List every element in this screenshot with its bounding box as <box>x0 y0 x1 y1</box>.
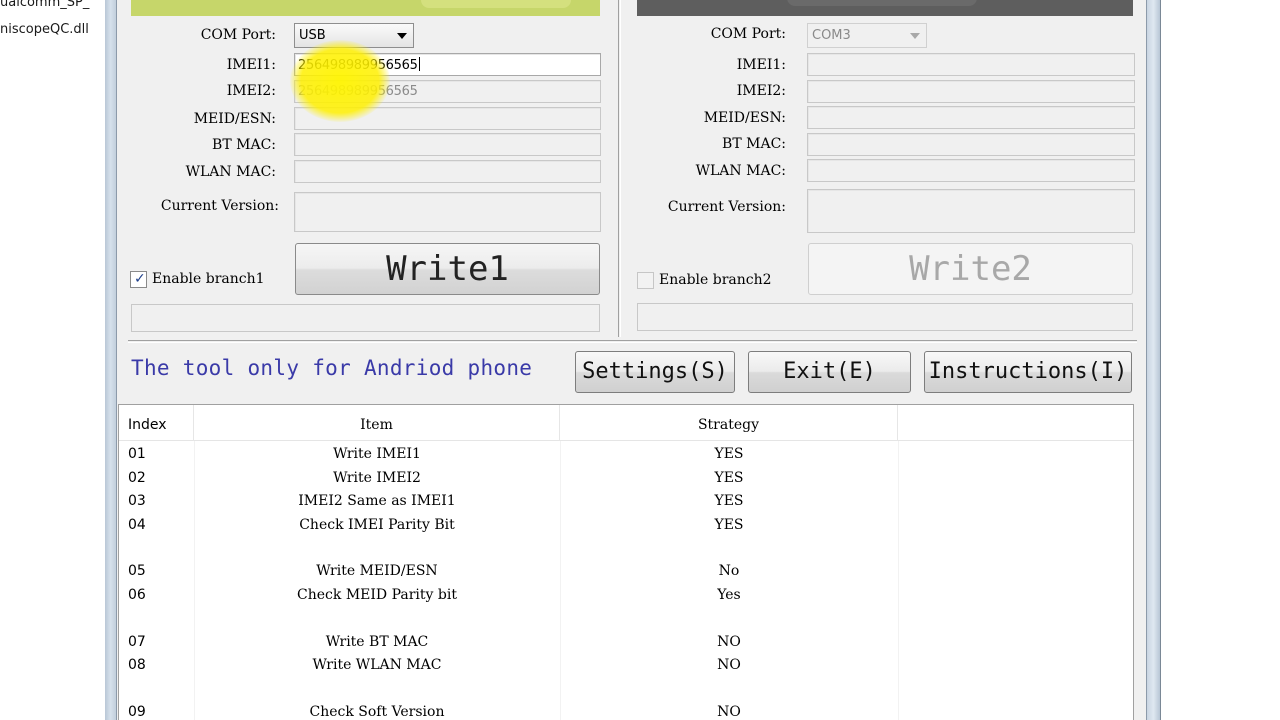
imei2-field-2[interactable] <box>807 80 1135 103</box>
current-version-field-1 <box>294 192 601 232</box>
window-frame-left <box>105 0 117 720</box>
table-row[interactable]: 07 Write BT MAC NO <box>119 631 1133 654</box>
table-row[interactable]: 04 Check IMEI Parity Bit YES <box>119 514 1133 537</box>
enable-branch2-label: Enable branch2 <box>659 272 772 288</box>
table-row[interactable]: 05 Write MEID/ESN No <box>119 560 1133 583</box>
table-header: Index Item Strategy <box>119 405 1133 441</box>
row-strategy: YES <box>714 470 744 486</box>
row-item: Write WLAN MAC <box>312 657 442 673</box>
row-index: 01 <box>128 446 146 462</box>
imei2-label: IMEI2: <box>226 83 276 99</box>
exit-button[interactable]: Exit(E) <box>748 351 911 393</box>
text-caret <box>418 57 420 71</box>
branch-divider <box>618 0 621 337</box>
branch2-progress-bar <box>637 303 1133 331</box>
com-port-label: COM Port: <box>710 26 786 42</box>
wlan-mac-field-2[interactable] <box>807 159 1135 182</box>
instructions-button[interactable]: Instructions(I) <box>924 351 1132 393</box>
row-index: 08 <box>128 657 146 673</box>
table-row[interactable]: 09 Check Soft Version NO <box>119 701 1133 720</box>
column-header-index[interactable]: Index <box>119 405 194 441</box>
row-item: Write MEID/ESN <box>316 563 438 579</box>
column-header-item[interactable]: Item <box>194 405 560 441</box>
table-row[interactable]: 06 Check MEID Parity bit Yes <box>119 584 1133 607</box>
row-strategy: YES <box>714 517 744 533</box>
table-row[interactable]: 03 IMEI2 Same as IMEI1 YES <box>119 490 1133 513</box>
row-item: Write IMEI2 <box>333 470 421 486</box>
imei1-field-2[interactable] <box>807 53 1135 76</box>
current-version-label: Current Version: <box>667 199 786 215</box>
row-strategy: NO <box>717 657 741 673</box>
row-item: Write IMEI1 <box>333 446 421 462</box>
row-item: Check IMEI Parity Bit <box>299 517 455 533</box>
imei1-label: IMEI1: <box>736 57 786 73</box>
bt-mac-field-2[interactable] <box>807 133 1135 156</box>
branch1-header-bar <box>131 0 600 16</box>
column-header-empty <box>898 405 1133 441</box>
section-divider <box>128 340 1137 343</box>
row-index: 04 <box>128 517 146 533</box>
wlan-mac-label: WLAN MAC: <box>185 164 276 180</box>
meid-label: MEID/ESN: <box>193 111 276 127</box>
android-only-notice: The tool only for Andriod phone <box>131 356 533 380</box>
row-index: 09 <box>128 704 146 720</box>
branch1-progress-bar <box>131 304 600 332</box>
wlan-mac-label: WLAN MAC: <box>695 163 786 179</box>
meid-label: MEID/ESN: <box>703 110 786 126</box>
meid-field-2[interactable] <box>807 106 1135 129</box>
branch2-header-bar <box>637 0 1133 16</box>
bt-mac-label: BT MAC: <box>722 136 786 152</box>
wlan-mac-field-1[interactable] <box>294 160 601 183</box>
row-strategy: NO <box>717 704 741 720</box>
chevron-down-icon <box>910 33 920 39</box>
enable-branch1-checkbox[interactable]: ✓ <box>130 271 147 288</box>
row-index: 07 <box>128 634 146 650</box>
chevron-down-icon <box>397 33 407 39</box>
row-item: Check Soft Version <box>309 704 445 720</box>
table-row[interactable]: 01 Write IMEI1 YES <box>119 443 1133 466</box>
write1-button[interactable]: Write1 <box>295 243 600 295</box>
desktop-file-label: ualcomm_SP_ <box>0 0 90 10</box>
settings-button[interactable]: Settings(S) <box>575 351 735 393</box>
row-strategy: YES <box>714 446 744 462</box>
cursor-highlight <box>290 40 390 122</box>
bt-mac-label: BT MAC: <box>212 137 276 153</box>
write2-button[interactable]: Write2 <box>808 243 1133 295</box>
table-row[interactable]: 08 Write WLAN MAC NO <box>119 654 1133 677</box>
column-header-strategy[interactable]: Strategy <box>560 405 898 441</box>
current-version-label: Current Version: <box>160 198 279 214</box>
enable-branch2-checkbox[interactable] <box>637 272 654 289</box>
row-index: 02 <box>128 470 146 486</box>
row-strategy: NO <box>717 634 741 650</box>
table-row[interactable]: 02 Write IMEI2 YES <box>119 467 1133 490</box>
row-index: 03 <box>128 493 146 509</box>
desktop-file-label: niscopeQC.dll <box>0 22 89 37</box>
imei2-label: IMEI2: <box>736 83 786 99</box>
com-port-label: COM Port: <box>200 27 276 43</box>
row-index: 06 <box>128 587 146 603</box>
imei1-label: IMEI1: <box>226 57 276 73</box>
row-strategy: Yes <box>717 587 741 603</box>
row-item: Check MEID Parity bit <box>297 587 457 603</box>
com-port-select-2[interactable]: COM3 <box>807 23 927 48</box>
row-item: Write BT MAC <box>325 634 429 650</box>
window-frame-border <box>1160 0 1161 720</box>
row-strategy: No <box>718 563 740 579</box>
com-port-value: USB <box>299 28 326 43</box>
strategy-table[interactable]: Index Item Strategy 01 Write IMEI1 YES 0… <box>118 404 1134 720</box>
check-mark-icon: ✓ <box>134 271 146 287</box>
row-index: 05 <box>128 563 146 579</box>
window-frame-right <box>1146 0 1160 720</box>
enable-branch1-label: Enable branch1 <box>152 271 265 287</box>
bt-mac-field-1[interactable] <box>294 133 601 156</box>
row-item: IMEI2 Same as IMEI1 <box>298 493 456 509</box>
com-port-value: COM3 <box>812 28 851 43</box>
row-strategy: YES <box>714 493 744 509</box>
current-version-field-2 <box>807 189 1135 233</box>
